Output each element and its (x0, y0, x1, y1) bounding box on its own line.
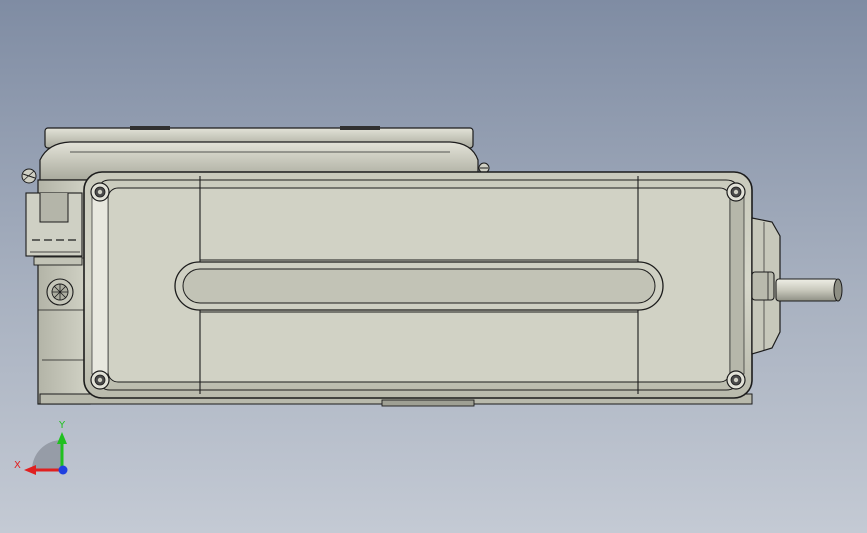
axis-triad[interactable]: Y X (14, 420, 68, 475)
corner-screw-top-right (726, 182, 746, 202)
corner-screw-bottom-right (726, 370, 746, 390)
vent-grille (46, 278, 74, 306)
y-axis-arrowhead (57, 432, 67, 444)
x-axis-arrowhead (24, 465, 36, 475)
model-view[interactable]: Y X (0, 0, 867, 533)
triad-plane (32, 440, 62, 470)
y-axis-label: Y (58, 420, 66, 431)
corner-screw-bottom-left (90, 370, 110, 390)
z-axis-dot (58, 465, 68, 475)
main-cover (83, 171, 753, 399)
bracket-screw-left (21, 168, 37, 184)
corner-screw-top-left (90, 182, 110, 202)
x-axis-label: X (14, 460, 21, 471)
output-shaft (751, 271, 843, 302)
cad-viewport[interactable]: Y X (0, 0, 867, 533)
